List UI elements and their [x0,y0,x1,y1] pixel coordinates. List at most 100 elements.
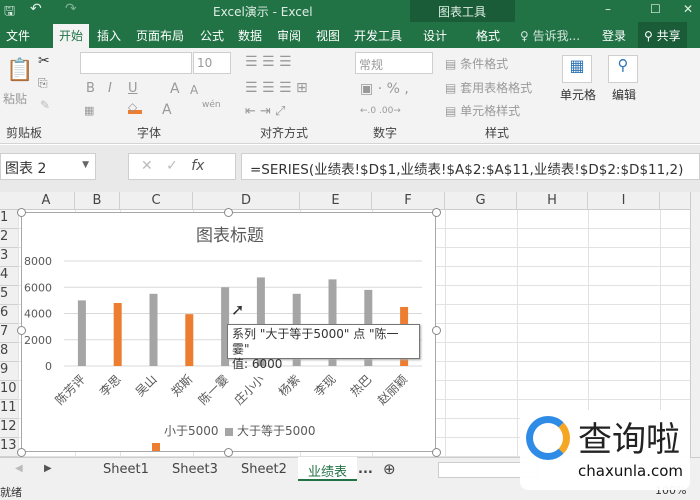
row-header-4[interactable]: 4 [0,267,18,286]
row-header-5[interactable]: 5 [0,286,18,305]
column-header-D[interactable]: D [193,192,300,210]
tab-home[interactable]: 开始 [53,24,90,48]
legend-less-5000[interactable]: 小于5000 [164,424,219,438]
add-sheet-icon[interactable]: ⊕ [383,460,396,478]
more-sheets-button[interactable]: ... [358,462,373,477]
close-icon[interactable]: ✕ [683,2,693,16]
row-header-1[interactable]: 1 [0,210,18,229]
undo-icon[interactable]: ↶ [30,1,42,17]
function-icon[interactable]: fx [191,158,204,174]
align-left-icon[interactable]: ☰ ☰ ☰ ⊞ [245,80,308,96]
column-header-G[interactable]: G [445,192,517,210]
column-header-B[interactable]: B [75,192,120,210]
resize-handle[interactable] [432,326,441,335]
sheet-tab-sheet2[interactable]: Sheet2 [241,462,287,477]
phonetic-icon[interactable]: wén [202,100,221,110]
resize-handle[interactable] [224,448,233,457]
cancel-icon[interactable]: ✕ [141,158,153,174]
paste-button[interactable]: 粘贴 [3,90,27,107]
row-header-7[interactable]: 7 [0,324,18,343]
tab-view[interactable]: 视图 [316,27,340,44]
column-header-I[interactable]: I [588,192,660,210]
table-format-button[interactable]: ▤ 套用表格格式 [445,79,532,96]
minimize-icon[interactable]: – [605,2,611,16]
bold-button[interactable]: B [86,81,95,96]
legend-greater-5000[interactable]: 大于等于5000 [237,424,316,438]
bar-lt5000[interactable] [113,303,122,366]
cells-button[interactable]: 单元格 [560,86,596,103]
sheet-tab-sheet1[interactable]: Sheet1 [103,462,149,477]
tab-format[interactable]: 格式 [476,27,500,44]
row-header-2[interactable]: 2 [0,229,18,248]
edit-button[interactable]: 编辑 [612,86,636,103]
tab-design[interactable]: 设计 [423,27,447,44]
format-painter-icon[interactable]: ✎ [40,98,50,112]
bar-lt5000[interactable] [185,314,194,366]
bar-ge5000[interactable] [149,293,158,366]
row-header-13[interactable]: 13 [0,438,18,457]
column-header-E[interactable]: E [300,192,372,210]
cut-icon[interactable]: ✂ [38,53,50,69]
save-icon[interactable]: 🖫 [4,2,15,24]
scroll-right-icon[interactable]: ▶ [44,463,52,474]
tab-review[interactable]: 审阅 [277,27,301,44]
maximize-icon[interactable]: ☐ [650,2,661,16]
row-header-10[interactable]: 10 [0,381,18,400]
search-icon[interactable]: ⚲ [608,55,638,83]
paste-icon[interactable]: 📋 [6,58,33,83]
underline-button[interactable]: U [128,81,138,96]
redo-icon[interactable]: ↷ [65,1,77,17]
italic-button[interactable]: I [108,81,112,96]
chart-title[interactable]: 图表标题 [196,226,264,246]
resize-handle[interactable] [17,208,26,217]
enter-icon[interactable]: ✓ [166,158,178,174]
grow-font-button[interactable]: A [170,81,180,97]
login-link[interactable]: 登录 [602,27,626,44]
resize-handle[interactable] [224,208,233,217]
tab-developer[interactable]: 开发工具 [354,27,402,44]
indent-icon[interactable]: ⇤ ⇥ ⤢ [245,104,285,119]
tab-formulas[interactable]: 公式 [200,27,224,44]
column-header-C[interactable]: C [120,192,193,210]
tab-file[interactable]: 文件 [6,27,30,44]
font-size-select[interactable]: 10 [193,52,231,74]
resize-handle[interactable] [432,448,441,457]
scroll-left-icon[interactable]: ◀ [15,463,23,474]
vertical-scrollbar[interactable] [690,192,700,457]
share-button[interactable]: ⚲ 共享 [638,22,687,48]
sheet-tab-sheet3[interactable]: Sheet3 [172,462,218,477]
name-box[interactable]: 图表 2 ▼ [0,153,96,180]
chevron-down-icon[interactable]: ▼ [82,160,89,170]
tab-insert[interactable]: 插入 [97,27,121,44]
fill-color-icon[interactable]: ◇ [128,100,142,114]
column-header-A[interactable]: A [18,192,75,210]
copy-icon[interactable]: ⎘ [38,76,48,91]
resize-handle[interactable] [432,208,441,217]
row-header-9[interactable]: 9 [0,362,18,381]
column-header-H[interactable]: H [517,192,588,210]
border-icon[interactable]: ▦ [84,104,94,117]
row-header-11[interactable]: 11 [0,400,18,419]
percent-icon[interactable]: ▣ · % , [360,81,409,97]
tell-me-input[interactable]: ♀ 告诉我... [520,27,580,44]
align-top-icon[interactable]: ☰ ☰ ☰ [245,54,292,70]
font-name-select[interactable] [80,52,192,74]
tab-page-layout[interactable]: 页面布局 [136,27,184,44]
cell-style-button[interactable]: ▤ 单元格样式 [445,102,520,119]
decimal-icon[interactable]: ←.0 .00→ [360,106,401,116]
number-format-select[interactable]: 常规 [355,52,433,74]
formula-input[interactable]: =SERIES(业绩表!$D$1,业绩表!$A$2:$A$11,业绩表!$D$2… [241,153,700,180]
sheet-tab-active[interactable]: 业绩表 [298,457,358,481]
conditional-format-button[interactable]: ▤ 条件格式 [445,55,508,72]
row-header-12[interactable]: 12 [0,419,18,438]
row-header-3[interactable]: 3 [0,248,18,267]
tab-data[interactable]: 数据 [238,27,262,44]
resize-handle[interactable] [17,448,26,457]
resize-handle[interactable] [17,326,26,335]
shrink-font-button[interactable]: A [190,83,198,97]
bar-ge5000[interactable] [77,300,86,366]
font-color-icon[interactable]: A [162,102,172,118]
row-header-6[interactable]: 6 [0,305,18,324]
cells-icon[interactable]: ▦ [562,55,592,83]
row-header-8[interactable]: 8 [0,343,18,362]
